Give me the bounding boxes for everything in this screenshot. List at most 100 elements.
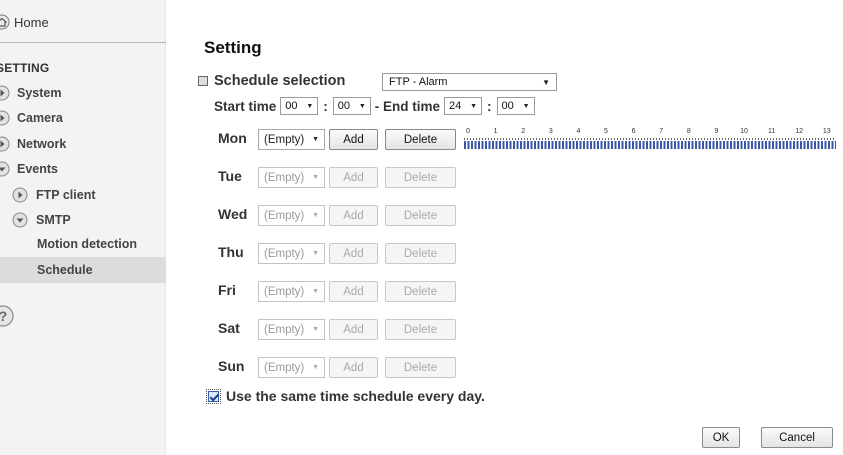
timeline-tick-label: 13 [822,128,831,135]
day-label-thu: Thu [218,244,244,260]
day-schedule-value: (Empty) [264,323,305,336]
sidebar-item-smtp[interactable]: SMTP [12,210,71,230]
colon: : [487,98,492,114]
day-schedule-select-sat: (Empty) ▼ [258,319,325,340]
chevron-down-icon: ▼ [312,212,319,219]
end-time-label: - End time [374,98,441,114]
day-schedule-value: (Empty) [264,247,305,260]
timeline-tick-label: 3 [548,128,553,135]
main-content: Setting Schedule selection FTP - Alarm ▼… [166,0,843,455]
end-hour-value: 24 [449,100,462,112]
sidebar-item-events[interactable]: Events [0,159,58,179]
day-label-mon: Mon [218,130,247,146]
sidebar-item-label: Events [17,162,58,176]
day-schedule-select-tue: (Empty) ▼ [258,167,325,188]
timeline-tick-label: 1 [493,128,498,135]
svg-text:?: ? [0,308,7,324]
start-hour-select[interactable]: 00 ▼ [280,97,319,115]
add-button-thu: Add [329,243,378,264]
chevron-down-icon: ▼ [542,77,550,87]
day-label-wed: Wed [218,206,248,222]
timeline-ticks: 0 1 2 3 4 5 6 7 8 9 10 11 12 13 [464,128,836,138]
sidebar-item-label: Schedule [37,263,93,277]
timeline-tick-label: 0 [466,128,470,135]
sidebar-item-label: System [17,86,62,100]
schedule-selection-value: FTP - Alarm [389,76,448,88]
sidebar-item-camera[interactable]: Camera [0,108,63,128]
sidebar-item-label: Network [17,137,67,151]
delete-button-sat: Delete [385,319,456,340]
timeline-tick-label: 9 [714,128,719,135]
start-time-label: Start time [214,98,277,114]
sidebar-item-network[interactable]: Network [0,134,66,154]
sidebar-item-schedule[interactable]: Schedule [37,260,93,280]
start-hour-value: 00 [285,100,298,112]
timeline-tick-label: 8 [686,128,691,135]
arrow-right-icon [12,187,28,203]
timeline-bar [464,141,836,149]
chevron-down-icon: ▼ [312,364,319,371]
sidebar-divider [0,42,166,43]
same-schedule-checkbox[interactable] [206,388,221,404]
add-button-fri: Add [329,281,378,302]
delete-button-mon[interactable]: Delete [385,129,456,150]
day-schedule-value: (Empty) [264,133,305,146]
sidebar-item-ftp-client[interactable]: FTP client [12,185,96,205]
delete-button-fri: Delete [385,281,456,302]
start-minute-value: 00 [337,100,351,112]
ok-button[interactable]: OK [702,427,740,448]
add-button-sat: Add [329,319,378,340]
home-label: Home [14,14,49,30]
arrow-right-icon [0,136,10,152]
day-schedule-select-thu: (Empty) ▼ [258,243,325,264]
schedule-selection-row: Schedule selection [198,72,345,90]
schedule-selection-dropdown[interactable]: FTP - Alarm ▼ [382,73,557,91]
day-schedule-select-mon[interactable]: (Empty) ▼ [258,129,325,150]
home-icon [0,14,10,30]
cancel-button[interactable]: Cancel [761,427,833,448]
timeline-tick-label: 11 [767,128,776,135]
end-hour-select[interactable]: 24 ▼ [444,97,483,115]
sidebar-item-system[interactable]: System [0,83,61,103]
timeline-tick-label: 4 [576,128,581,135]
checkmark-icon [208,390,219,402]
end-minute-select[interactable]: 00 ▼ [496,97,535,115]
end-minute-value: 00 [501,100,514,112]
timeline-tick-label: 12 [795,128,804,135]
chevron-down-icon: ▼ [358,102,366,110]
sidebar-item-label: SMTP [36,213,71,227]
delete-button-tue: Delete [385,167,456,188]
page-title: Setting [204,38,262,57]
timeline-tick-label: 7 [659,128,664,135]
day-label-sat: Sat [218,320,240,336]
home-link[interactable]: Home [0,12,49,32]
day-schedule-value: (Empty) [264,171,305,184]
delete-button-wed: Delete [385,205,456,226]
start-minute-select[interactable]: 00 ▼ [332,97,371,115]
day-label-sun: Sun [218,358,245,374]
time-range-row: Start time 00 ▼ : 00 ▼ - End time 24 ▼ : 00… [214,96,539,116]
arrow-right-icon [0,110,10,126]
help-icon[interactable]: ? [0,305,14,327]
timeline-mon[interactable]: 0 1 2 3 4 5 6 7 8 9 10 11 12 13 [464,128,836,154]
chevron-down-icon: ▼ [312,288,319,295]
sidebar-item-motion-detection[interactable]: Motion detection [37,234,137,254]
day-schedule-select-sun: (Empty) ▼ [258,357,325,378]
schedule-selection-label: Schedule selection [214,73,346,89]
delete-button-thu: Delete [385,243,456,264]
day-schedule-value: (Empty) [264,209,305,222]
day-label-tue: Tue [218,168,242,184]
chevron-down-icon: ▼ [312,326,319,333]
bullet-icon [198,76,208,86]
chevron-down-icon: ▼ [312,174,319,181]
colon: : [323,98,328,114]
day-schedule-value: (Empty) [264,361,305,374]
arrow-down-icon [0,161,10,177]
day-schedule-value: (Empty) [264,285,305,298]
sidebar-item-label: FTP client [36,188,96,202]
arrow-right-icon [0,85,10,101]
sidebar: Home SETTING System Camera Network Event… [0,0,166,455]
add-button-mon[interactable]: Add [329,129,378,150]
chevron-down-icon: ▼ [470,102,478,110]
day-label-fri: Fri [218,282,236,298]
